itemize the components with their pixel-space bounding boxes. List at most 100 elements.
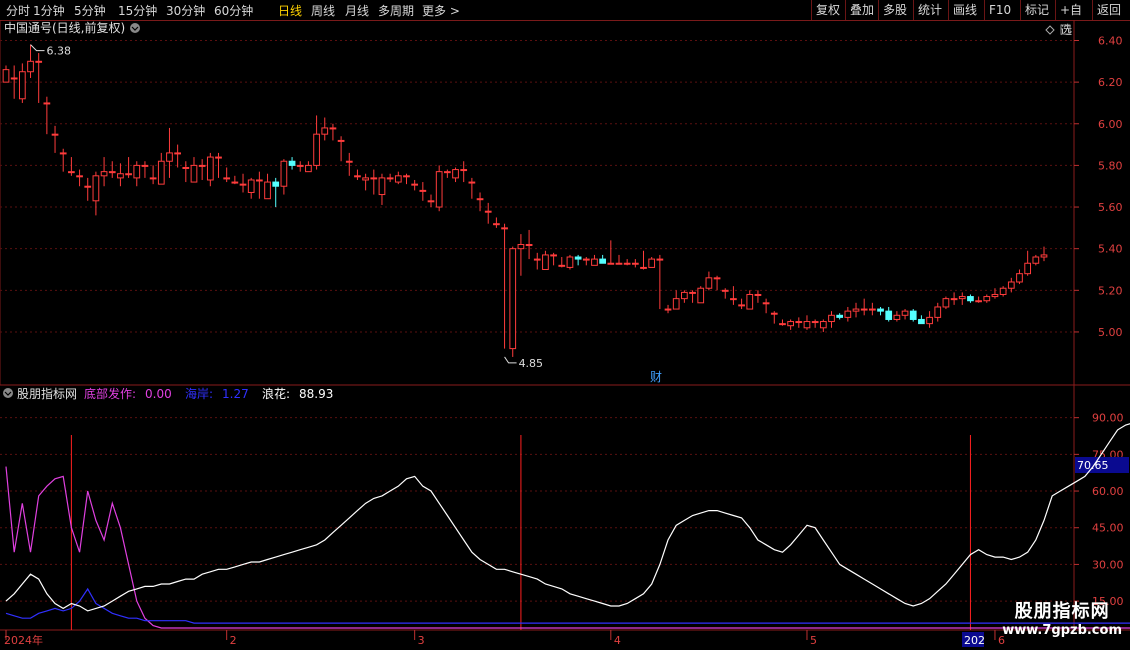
candle bbox=[476, 192, 484, 212]
indicator-item-value: 1.27 bbox=[222, 387, 249, 401]
period-10[interactable]: 更多 > bbox=[422, 2, 460, 19]
candle bbox=[174, 144, 181, 168]
candle-body bbox=[411, 183, 419, 186]
candle bbox=[35, 52, 43, 103]
candle bbox=[411, 179, 419, 191]
candle-body bbox=[370, 177, 378, 180]
date-tick-label: 2024年 bbox=[4, 633, 43, 647]
indicator-axis: 90.0075.0060.0045.0030.0015.0070.65 bbox=[1074, 412, 1129, 608]
candle bbox=[59, 148, 67, 172]
candle-body bbox=[877, 308, 884, 312]
candle bbox=[558, 257, 566, 268]
indicator-tick-label: 45.00 bbox=[1092, 522, 1124, 535]
candle-body bbox=[182, 166, 190, 169]
toolbar-button-5[interactable]: F10 bbox=[984, 0, 1020, 20]
price-tick-label: 5.20 bbox=[1098, 284, 1123, 297]
candle bbox=[149, 165, 157, 185]
candle bbox=[599, 254, 607, 264]
candle bbox=[852, 302, 860, 318]
candle-body bbox=[844, 310, 852, 318]
candle-body bbox=[1024, 262, 1032, 275]
toolbar-button-6[interactable]: 标记 bbox=[1020, 0, 1055, 20]
toolbar-button-7[interactable]: +自选 bbox=[1055, 0, 1092, 37]
event-marker: 财 bbox=[650, 370, 662, 384]
candle bbox=[239, 173, 247, 193]
toolbar-button-3[interactable]: 统计 bbox=[913, 0, 948, 20]
candle-body bbox=[836, 314, 844, 318]
toolbar-button-1[interactable]: 叠加 bbox=[845, 0, 878, 20]
candle bbox=[828, 311, 835, 328]
candle bbox=[640, 250, 647, 270]
candle bbox=[623, 259, 631, 266]
candle-body bbox=[141, 164, 149, 167]
candle bbox=[754, 290, 762, 303]
candle-body bbox=[746, 293, 754, 310]
candle bbox=[435, 165, 443, 212]
indicator-tick-label: 90.00 bbox=[1092, 412, 1124, 425]
period-7[interactable]: 周线 bbox=[311, 2, 335, 19]
toolbar-button-4[interactable]: 画线 bbox=[948, 0, 984, 20]
candle bbox=[27, 44, 34, 78]
candle bbox=[958, 292, 966, 305]
candle bbox=[787, 319, 794, 330]
candle bbox=[918, 315, 925, 325]
period-2[interactable]: 5分钟 bbox=[74, 2, 106, 19]
candle bbox=[795, 317, 803, 328]
candle-body bbox=[681, 291, 688, 300]
candle bbox=[877, 306, 884, 316]
candle bbox=[166, 127, 173, 178]
candle bbox=[419, 182, 427, 201]
period-9[interactable]: 多周期 bbox=[378, 2, 414, 19]
candle-body bbox=[550, 254, 557, 257]
period-5[interactable]: 60分钟 bbox=[214, 2, 253, 19]
candle bbox=[1007, 277, 1015, 293]
candle bbox=[705, 271, 713, 291]
chart-canvas: 6.406.206.005.805.605.405.205.00 90.0075… bbox=[0, 20, 1130, 647]
candle bbox=[860, 298, 868, 316]
candle-body bbox=[893, 314, 901, 320]
candle-body bbox=[117, 173, 124, 179]
candle bbox=[198, 159, 206, 180]
candle bbox=[730, 286, 737, 305]
toolbar-button-2[interactable]: 多股 bbox=[878, 0, 913, 20]
candle bbox=[76, 169, 83, 187]
candle-body bbox=[1007, 281, 1015, 289]
period-0[interactable]: 分时 bbox=[6, 2, 30, 19]
toolbar: 分时 1分钟 5分钟 15分钟 30分钟 60分钟 日线 周线 月线 多周期 更多 > 复权 叠加 多股统… bbox=[0, 0, 1130, 37]
candle-body bbox=[852, 308, 860, 312]
candle bbox=[206, 152, 214, 187]
date-tick-label: 2 bbox=[230, 634, 237, 647]
candle bbox=[746, 290, 754, 310]
candle-body bbox=[419, 189, 427, 192]
period-6[interactable]: 日线 bbox=[278, 2, 302, 19]
candle bbox=[1024, 250, 1032, 276]
toolbar-button-0[interactable]: 复权 bbox=[811, 0, 845, 20]
candle-body bbox=[76, 175, 83, 178]
period-8[interactable]: 月线 bbox=[345, 2, 369, 19]
candle-body bbox=[542, 254, 549, 270]
candle bbox=[501, 223, 508, 349]
indicator-item-label: 海岸: bbox=[185, 386, 213, 401]
candle-body bbox=[615, 262, 623, 265]
candle bbox=[803, 315, 811, 330]
candle-body bbox=[967, 296, 974, 302]
period-4[interactable]: 30分钟 bbox=[166, 2, 205, 19]
candle bbox=[264, 173, 271, 200]
candle-body bbox=[795, 321, 803, 324]
candle-body bbox=[648, 258, 656, 268]
indicator-tick-label: 30.00 bbox=[1092, 558, 1124, 571]
candle-body bbox=[1032, 256, 1040, 264]
candle bbox=[68, 157, 75, 176]
candle bbox=[2, 65, 10, 83]
price-tick-label: 6.00 bbox=[1098, 118, 1123, 131]
price-tick-label: 6.40 bbox=[1098, 34, 1123, 47]
candle bbox=[525, 229, 533, 260]
candle-body bbox=[452, 169, 459, 179]
period-1[interactable]: 1分钟 bbox=[33, 2, 65, 19]
candle bbox=[157, 152, 165, 185]
candle-body bbox=[345, 160, 353, 163]
candle-body bbox=[770, 312, 778, 315]
toolbar-button-8[interactable]: 返回 bbox=[1092, 0, 1130, 20]
candle bbox=[844, 306, 852, 322]
period-3[interactable]: 15分钟 bbox=[118, 2, 157, 19]
